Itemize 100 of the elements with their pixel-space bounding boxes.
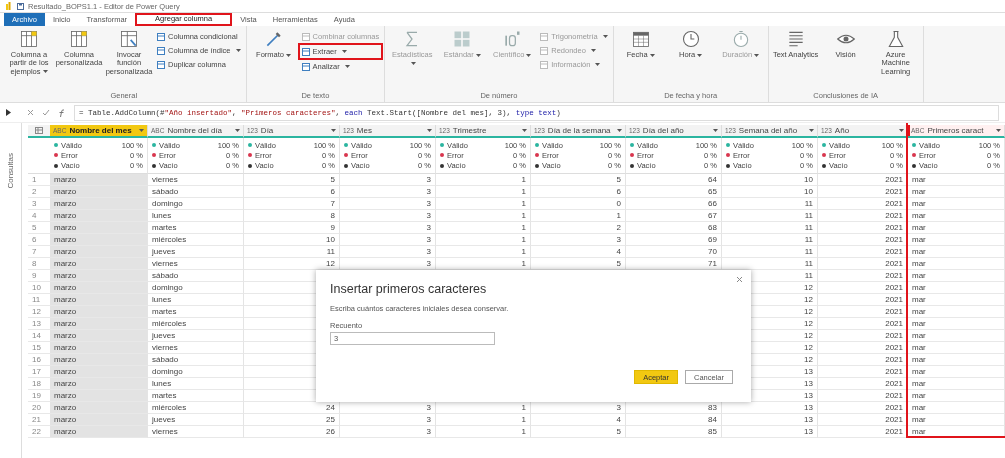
table-cell: 70 [626,246,722,258]
table-cell: 2021 [818,222,908,234]
column-icon [157,32,165,41]
expand-chevron-icon[interactable] [6,109,11,116]
table-cell: 2021 [818,294,908,306]
table-cell: marzo [50,198,148,210]
table-cell: 3 [340,246,436,258]
column-name: Día del año [642,126,685,135]
table-cell: 2021 [818,282,908,294]
table-cell: marzo [50,318,148,330]
table-cell: 3 [340,198,436,210]
grid-icon [452,29,473,49]
table-cell: 2021 [818,210,908,222]
table-cell: 5 [531,174,626,186]
table-cell: miércoles [148,234,244,246]
table-cell: mar [908,234,1005,246]
column-name: Año [834,126,851,135]
calendar-icon [630,29,651,49]
table-cell: 3 [531,234,626,246]
table-cell: 2021 [818,390,908,402]
table-cell: 3 [340,174,436,186]
table-cell: mar [908,318,1005,330]
table-cell: 7 [244,198,340,210]
save-icon[interactable] [17,2,24,10]
table-icon [69,29,89,49]
table-cell: 4 [531,414,626,426]
table-cell: viernes [148,342,244,354]
table-cell: sábado [148,270,244,282]
table-icon [19,29,39,49]
table-cell: miércoles [148,402,244,414]
column-icon [301,47,310,56]
table-cell: mar [908,330,1005,342]
confirm-icon[interactable] [42,109,50,116]
table-cell: 1 [436,210,531,222]
column-name: Día [260,126,275,135]
table-cell: 2021 [818,270,908,282]
table-cell: marzo [50,186,148,198]
table-cell: 6 [244,186,340,198]
exponent-icon [502,29,523,49]
table-cell: jueves [148,330,244,342]
table-cell: 4 [531,246,626,258]
table-cell: mar [908,186,1005,198]
column-name: Primeros caract [927,126,985,135]
table-cell: 2 [531,222,626,234]
column-icon [157,60,165,69]
column-icon [157,46,165,55]
function-icon [58,108,66,117]
column-name: Día de la semana [547,126,612,135]
table-cell: 26 [244,426,340,438]
table-cell: 6 [531,186,626,198]
dropdown-caret-icon [235,129,240,132]
table-cell: 3 [340,234,436,246]
column-name: Nombre del mes [69,126,133,135]
table-cell: lunes [148,378,244,390]
table-cell: mar [908,378,1005,390]
table-cell: 10 [244,234,340,246]
table-cell: 2021 [818,186,908,198]
table-cell: marzo [50,390,148,402]
table-cell: 13 [722,426,818,438]
column-name: Semana del año [738,126,799,135]
table-cell: 0 [531,198,626,210]
table-cell: mar [908,270,1005,282]
table-cell: 25 [244,414,340,426]
table-cell: marzo [50,294,148,306]
table-cell: 2021 [818,246,908,258]
table-cell: martes [148,222,244,234]
table-cell: mar [908,366,1005,378]
column-icon [540,32,549,41]
table-cell: mar [908,306,1005,318]
dropdown-caret-icon [617,129,622,132]
table-cell: marzo [50,330,148,342]
table-cell: marzo [50,234,148,246]
dropdown-caret-icon [809,129,814,132]
table-cell: marzo [50,258,148,270]
table-cell: 3 [340,426,436,438]
table-cell: 68 [626,222,722,234]
table-cell: 1 [436,246,531,258]
table-cell: 2021 [818,402,908,414]
column-name: Mes [356,126,373,135]
table-cell: 9 [244,222,340,234]
app-logo-icon [6,2,13,10]
table-cell: 1 [531,210,626,222]
dropdown-caret-icon [331,129,336,132]
table-cell: 2021 [818,198,908,210]
table-cell: 11 [722,222,818,234]
table-cell: 3 [340,414,436,426]
queries-pane-label[interactable]: Consultas [6,153,15,189]
table-icon[interactable] [35,127,43,134]
table-cell: 2021 [818,366,908,378]
table-cell: martes [148,306,244,318]
table-cell: mar [908,294,1005,306]
clock-icon [680,29,701,49]
table-cell: mar [908,246,1005,258]
cancel-icon[interactable] [27,109,34,116]
table-cell: 2021 [818,378,908,390]
table-cell: mar [908,426,1005,438]
table-cell: 1 [436,414,531,426]
close-icon[interactable] [736,276,743,283]
table-cell: 11 [722,198,818,210]
table-cell: miércoles [148,318,244,330]
